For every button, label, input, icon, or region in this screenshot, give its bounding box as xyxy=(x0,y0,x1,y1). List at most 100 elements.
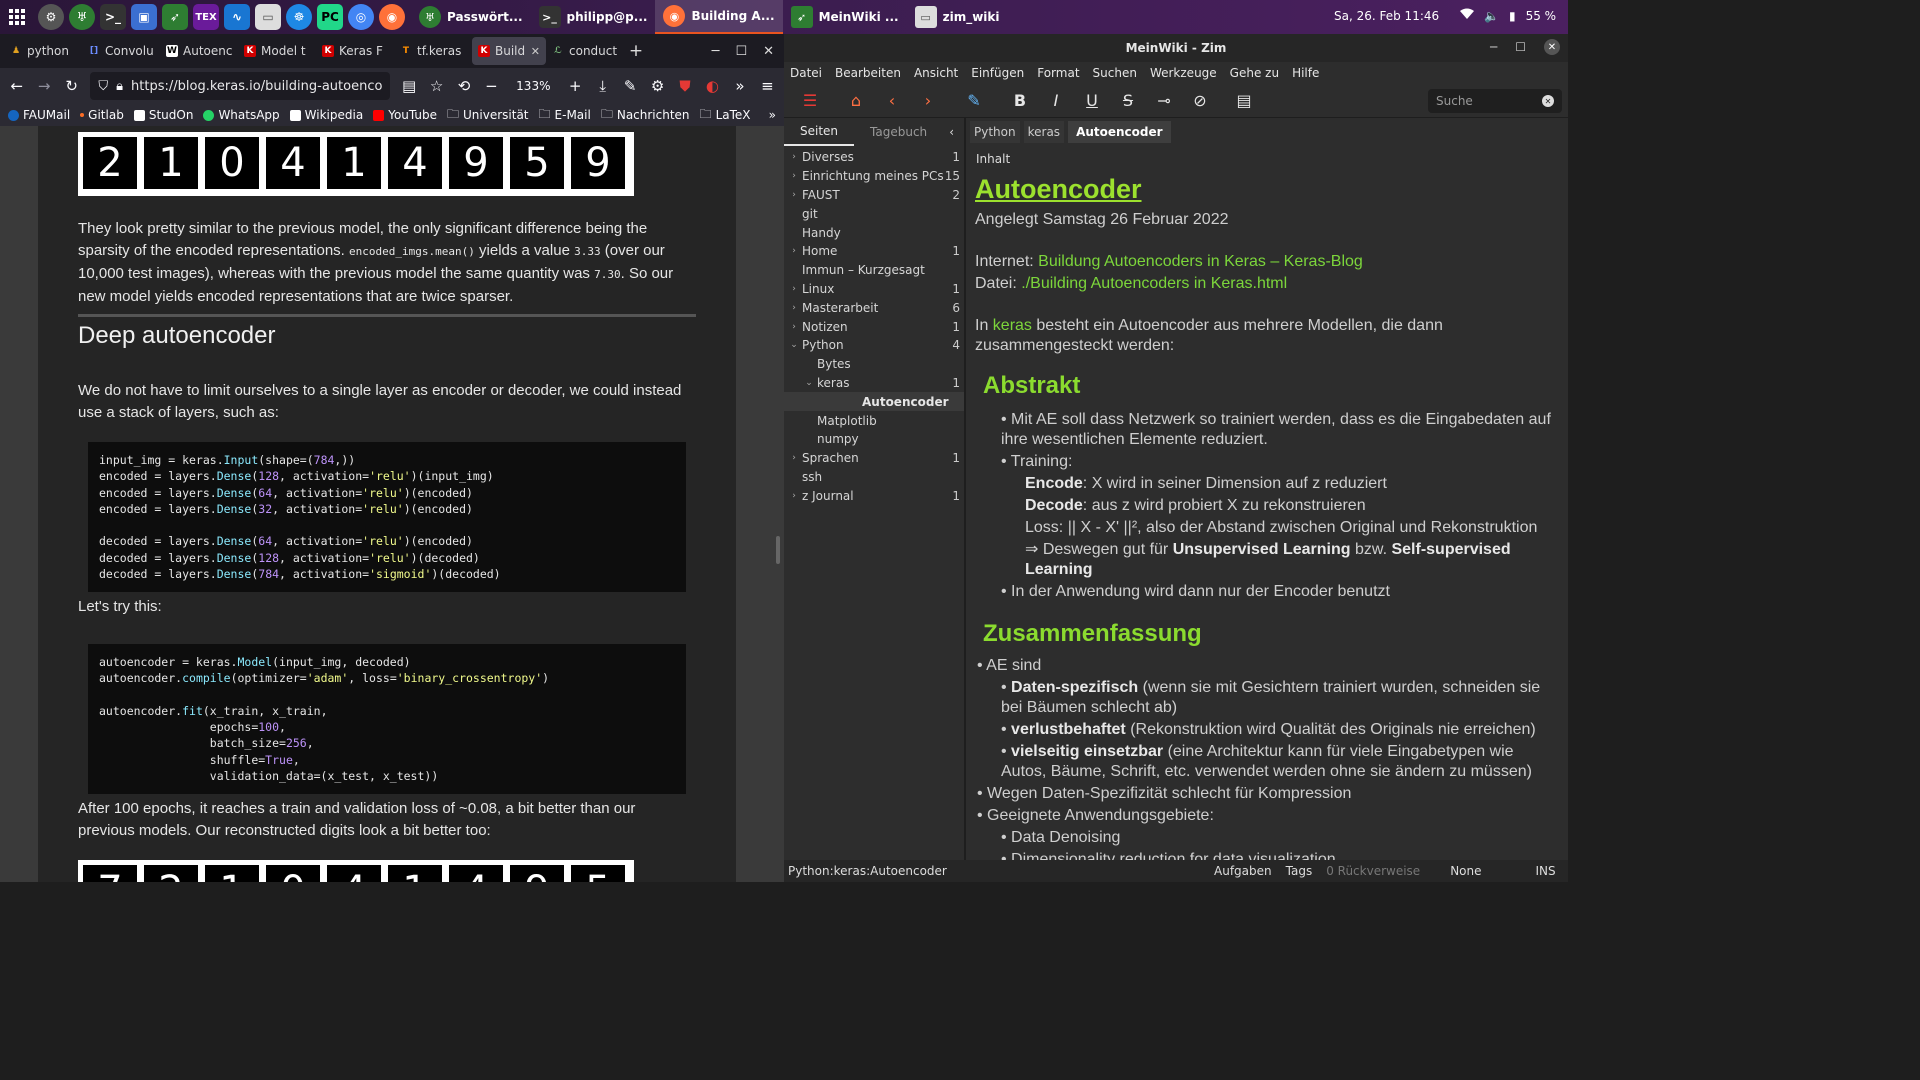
menu-gehe-zu[interactable]: Gehe zu xyxy=(1230,66,1279,80)
rocket-icon[interactable]: ➶ xyxy=(162,4,188,30)
pycharm-icon[interactable]: PC xyxy=(317,4,343,30)
clock[interactable]: Sa, 26. Feb 11:46 xyxy=(1334,9,1439,23)
screenshot-icon[interactable]: ▣ xyxy=(131,4,157,30)
ublock-icon[interactable]: ⛊ xyxy=(676,77,693,95)
search-clear-icon[interactable]: ✕ xyxy=(1542,95,1554,107)
tree-item[interactable]: › Home 1 xyxy=(784,242,964,261)
tools-icon[interactable]: ✎ xyxy=(621,77,638,95)
terminal-launcher-icon[interactable]: >_ xyxy=(100,4,126,30)
tree-item[interactable]: › Linux 1 xyxy=(784,280,964,299)
expander-icon[interactable]: ⌄ xyxy=(788,340,800,350)
underline-icon[interactable]: U xyxy=(1074,84,1110,118)
bookmark-latex[interactable]: 🗀 LaTeX xyxy=(700,105,751,126)
apps-grid-icon[interactable] xyxy=(0,0,34,34)
tab-seiten[interactable]: Seiten xyxy=(784,118,855,146)
forward-icon[interactable]: → xyxy=(35,77,52,95)
scrollbar-thumb[interactable] xyxy=(776,536,780,564)
bookmark-youtube[interactable]: YouTube xyxy=(373,108,437,122)
maximize-icon[interactable]: ☐ xyxy=(735,44,747,59)
tree-item[interactable]: Matplotlib xyxy=(784,411,964,430)
tab-building-active[interactable]: K Buildi ✕ xyxy=(472,37,546,65)
minimize-icon[interactable]: ─ xyxy=(1490,40,1497,54)
maximize-icon[interactable]: ☐ xyxy=(1515,40,1526,54)
link-icon[interactable]: ⊸ xyxy=(1146,84,1182,118)
bookmark-star-icon[interactable]: ☆ xyxy=(428,77,445,95)
expander-icon[interactable]: › xyxy=(788,284,800,294)
expander-icon[interactable]: › xyxy=(788,190,800,200)
tree-item[interactable]: › z Journal 1 xyxy=(784,486,964,505)
edit-pencil-icon[interactable]: ✎ xyxy=(956,84,992,118)
forward-icon[interactable]: › xyxy=(910,84,946,118)
tab-convolu[interactable]: [] Convolu xyxy=(82,37,160,65)
menu-einfuegen[interactable]: Einfügen xyxy=(971,66,1024,80)
strikethrough-icon[interactable]: S xyxy=(1110,84,1146,118)
expander-icon[interactable]: › xyxy=(788,453,800,463)
download-icon[interactable]: ⤓ xyxy=(594,77,611,95)
menu-format[interactable]: Format xyxy=(1037,66,1079,80)
reader-view-icon[interactable]: ▤ xyxy=(400,77,417,95)
shield-icon[interactable]: ⛉ xyxy=(98,79,108,94)
close-icon[interactable]: ✕ xyxy=(763,44,774,59)
system-tray[interactable]: 🔈 ▮ 55 % xyxy=(1460,8,1556,23)
monitor-icon[interactable]: ∿ xyxy=(224,4,250,30)
tree-item[interactable]: › Notizen 1 xyxy=(784,317,964,336)
bookmarks-overflow-icon[interactable]: » xyxy=(769,108,776,122)
gear-icon[interactable]: ⚙ xyxy=(649,77,666,95)
attach-icon[interactable]: ⊘ xyxy=(1182,84,1218,118)
lock-icon[interactable]: 🔒︎ xyxy=(116,79,123,94)
menu-werkzeuge[interactable]: Werkzeuge xyxy=(1150,66,1217,80)
tab-python[interactable]: ♟ python xyxy=(4,37,82,65)
zoom-in-icon[interactable]: + xyxy=(566,77,583,95)
tree-item[interactable]: ⌄ Python 4 xyxy=(784,336,964,355)
back-icon[interactable]: ← xyxy=(8,77,25,95)
back-icon[interactable]: ‹ xyxy=(874,84,910,118)
keepass-icon[interactable]: ♅ xyxy=(69,4,95,30)
tree-item[interactable]: Bytes xyxy=(784,355,964,374)
url-bar[interactable]: ⛉ 🔒︎ https://blog.keras.io/building-auto… xyxy=(90,72,391,100)
bookmark-universitaet[interactable]: 🗀 Universität xyxy=(447,105,529,126)
index-list-icon[interactable]: ☰ xyxy=(792,84,828,118)
menu-ansicht[interactable]: Ansicht xyxy=(914,66,958,80)
status-style[interactable]: None xyxy=(1450,864,1481,878)
tab-autoenc[interactable]: W Autoenc xyxy=(160,37,238,65)
expander-icon[interactable]: › xyxy=(788,246,800,256)
tree-item[interactable]: Handy xyxy=(784,223,964,242)
menu-icon[interactable]: ≡ xyxy=(759,77,776,95)
menu-hilfe[interactable]: Hilfe xyxy=(1292,66,1319,80)
task-terminal[interactable]: >_ philipp@p... xyxy=(531,0,656,34)
tree-item[interactable]: › Masterarbeit 6 xyxy=(784,298,964,317)
tree-item[interactable]: Autoencoder xyxy=(784,392,964,412)
zim-search-input[interactable]: Suche ✕ xyxy=(1428,89,1562,113)
close-icon[interactable]: ✕ xyxy=(1544,39,1560,55)
tree-item[interactable]: › FAUST 2 xyxy=(784,186,964,205)
path-keras[interactable]: keras xyxy=(1023,121,1065,143)
settings-icon[interactable]: ⚙ xyxy=(38,4,64,30)
expander-icon[interactable]: › xyxy=(788,171,800,181)
tree-item[interactable]: git xyxy=(784,204,964,223)
bookmark-email[interactable]: 🗀 E-Mail xyxy=(539,105,591,126)
status-tags[interactable]: Tags xyxy=(1286,864,1313,878)
reload-icon[interactable]: ↻ xyxy=(63,77,80,95)
tree-item[interactable]: › Sprachen 1 xyxy=(784,449,964,468)
internet-link[interactable]: Buildung Autoencoders in Keras – Keras-B… xyxy=(1038,253,1363,270)
menu-suchen[interactable]: Suchen xyxy=(1093,66,1137,80)
status-backlinks[interactable]: 0 Rückverweise xyxy=(1326,864,1420,878)
task-files[interactable]: ▭ zim_wiki xyxy=(907,0,1008,34)
home-icon[interactable]: ⌂ xyxy=(838,84,874,118)
tree-item[interactable]: ⌄ keras 1 xyxy=(784,374,964,393)
menu-datei[interactable]: Datei xyxy=(790,66,822,80)
expander-icon[interactable]: › xyxy=(788,303,800,313)
tab-conduct[interactable]: ℒconduct xyxy=(546,37,624,65)
texmaker-icon[interactable]: TEX xyxy=(193,4,219,30)
files-icon[interactable]: ▭ xyxy=(255,4,281,30)
new-tab-button[interactable]: + xyxy=(624,41,648,61)
chromium-icon[interactable]: ◎ xyxy=(348,4,374,30)
path-python[interactable]: Python xyxy=(970,121,1020,143)
bookmark-whatsapp[interactable]: WhatsApp xyxy=(203,108,280,122)
extension-icon[interactable]: ◐ xyxy=(704,77,721,95)
bookmark-faumail[interactable]: FAUMail xyxy=(8,108,70,122)
pane-divider[interactable] xyxy=(964,118,966,860)
python-icon[interactable]: ☸ xyxy=(286,4,312,30)
task-zim[interactable]: ➶ MeinWiki ... xyxy=(783,0,907,34)
menu-bearbeiten[interactable]: Bearbeiten xyxy=(835,66,901,80)
